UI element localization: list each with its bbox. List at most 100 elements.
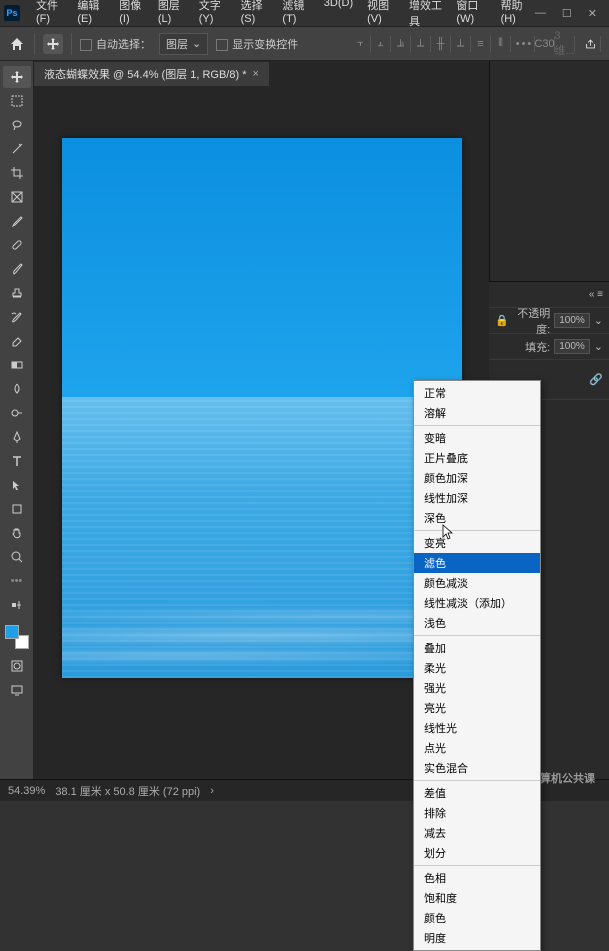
blend-mode-item[interactable]: 颜色减淡 xyxy=(414,573,540,593)
blend-mode-item[interactable]: 颜色加深 xyxy=(414,468,540,488)
distribute-h-icon[interactable]: ≡ xyxy=(475,36,491,52)
blend-mode-item[interactable]: 变暗 xyxy=(414,428,540,448)
pen-tool[interactable] xyxy=(3,426,31,448)
screenmode-tool[interactable] xyxy=(3,679,31,701)
foreground-swatch[interactable] xyxy=(5,625,19,639)
hand-tool[interactable] xyxy=(3,522,31,544)
blend-mode-item[interactable]: 浅色 xyxy=(414,613,540,633)
shape-tool[interactable] xyxy=(3,498,31,520)
move-tool[interactable] xyxy=(3,66,31,88)
blend-mode-item[interactable]: 颜色 xyxy=(414,908,540,928)
menu-3d[interactable]: 3D(D) xyxy=(318,0,359,33)
color-swatches[interactable] xyxy=(5,625,29,649)
document-dimensions[interactable]: 38.1 厘米 x 50.8 厘米 (72 ppi) xyxy=(55,783,200,799)
3d-mode-label[interactable]: C30 xyxy=(539,36,555,52)
canvas[interactable] xyxy=(62,138,462,678)
menu-select[interactable]: 选择(S) xyxy=(235,0,275,33)
healing-tool[interactable] xyxy=(3,234,31,256)
align-center-h-icon[interactable]: ⫠ xyxy=(375,36,391,52)
show-transform-checkbox[interactable] xyxy=(216,39,228,51)
path-tool[interactable] xyxy=(3,474,31,496)
brush-tool[interactable] xyxy=(3,258,31,280)
link-icon[interactable]: 🔗 xyxy=(589,373,603,386)
gradient-tool[interactable] xyxy=(3,354,31,376)
share-icon[interactable] xyxy=(585,36,601,52)
chevron-down-icon[interactable]: ⌄ xyxy=(594,340,603,353)
wand-tool[interactable] xyxy=(3,138,31,160)
auto-select-option[interactable]: 自动选择： xyxy=(80,36,151,52)
menu-plugins[interactable]: 增效工具 xyxy=(403,0,448,33)
eraser-tool[interactable] xyxy=(3,330,31,352)
frame-tool[interactable] xyxy=(3,186,31,208)
menu-layer[interactable]: 图层(L) xyxy=(152,0,191,33)
history-brush-tool[interactable] xyxy=(3,306,31,328)
maximize-button[interactable]: ☐ xyxy=(562,7,572,20)
menu-file[interactable]: 文件(F) xyxy=(30,0,69,33)
menu-image[interactable]: 图像(I) xyxy=(113,0,150,33)
blend-mode-item[interactable]: 亮光 xyxy=(414,698,540,718)
blend-mode-item[interactable]: 线性光 xyxy=(414,718,540,738)
auto-select-checkbox[interactable] xyxy=(80,39,92,51)
minimize-button[interactable]: — xyxy=(535,7,546,20)
blend-mode-item[interactable]: 色相 xyxy=(414,868,540,888)
align-right-icon[interactable]: ⫡ xyxy=(395,36,411,52)
blend-mode-item[interactable]: 饱和度 xyxy=(414,888,540,908)
blend-mode-item[interactable]: 线性减淡（添加） xyxy=(414,593,540,613)
lock-icon[interactable]: 🔒 xyxy=(495,314,509,327)
menu-view[interactable]: 视图(V) xyxy=(361,0,401,33)
show-transform-option[interactable]: 显示变换控件 xyxy=(216,36,298,52)
blend-mode-item[interactable]: 正常 xyxy=(414,383,540,403)
crop-tool[interactable] xyxy=(3,162,31,184)
blend-mode-item[interactable]: 差值 xyxy=(414,783,540,803)
blend-mode-item[interactable]: 实色混合 xyxy=(414,758,540,778)
blur-tool[interactable] xyxy=(3,378,31,400)
zoom-level[interactable]: 54.39% xyxy=(8,785,45,797)
stamp-tool[interactable] xyxy=(3,282,31,304)
align-top-icon[interactable]: ⟂ xyxy=(415,36,431,52)
blend-mode-item[interactable]: 深色 xyxy=(414,508,540,528)
edit-toolbar-icon[interactable] xyxy=(3,594,31,616)
marquee-tool[interactable] xyxy=(3,90,31,112)
more-tools-icon[interactable]: ••• xyxy=(3,570,31,592)
blend-mode-item[interactable]: 线性加深 xyxy=(414,488,540,508)
quickmask-tool[interactable] xyxy=(3,655,31,677)
blend-mode-item[interactable]: 变亮 xyxy=(414,533,540,553)
zoom-tool[interactable] xyxy=(3,546,31,568)
menu-filter[interactable]: 滤镜(T) xyxy=(276,0,315,33)
blend-mode-item[interactable]: 叠加 xyxy=(414,638,540,658)
blend-mode-item[interactable]: 划分 xyxy=(414,843,540,863)
opacity-value[interactable]: 100% xyxy=(554,313,590,328)
menu-window[interactable]: 窗口(W) xyxy=(450,0,492,33)
menu-type[interactable]: 文字(Y) xyxy=(193,0,233,33)
type-tool[interactable] xyxy=(3,450,31,472)
menu-edit[interactable]: 编辑(E) xyxy=(71,0,111,33)
distribute-v-icon[interactable]: ⦀ xyxy=(495,36,511,52)
home-icon[interactable] xyxy=(8,35,26,53)
more-options-icon[interactable]: ••• xyxy=(519,36,535,52)
blend-mode-item[interactable]: 明度 xyxy=(414,928,540,948)
align-middle-icon[interactable]: ╫ xyxy=(435,36,451,52)
chevron-down-icon[interactable]: ⌄ xyxy=(594,314,603,327)
move-tool-icon[interactable] xyxy=(43,34,63,54)
blend-mode-item[interactable]: 柔光 xyxy=(414,658,540,678)
blend-mode-item[interactable]: 强光 xyxy=(414,678,540,698)
dodge-tool[interactable] xyxy=(3,402,31,424)
close-tab-icon[interactable]: × xyxy=(252,68,258,80)
blend-mode-item[interactable]: 减去 xyxy=(414,823,540,843)
menu-help[interactable]: 帮助(H) xyxy=(495,0,535,33)
blend-mode-item[interactable]: 溶解 xyxy=(414,403,540,423)
status-chevron-icon[interactable]: › xyxy=(210,785,214,797)
blend-mode-item[interactable]: 点光 xyxy=(414,738,540,758)
document-tab-title: 液态蝴蝶效果 @ 54.4% (图层 1, RGB/8) * xyxy=(44,66,246,82)
document-tab[interactable]: 液态蝴蝶效果 @ 54.4% (图层 1, RGB/8) * × xyxy=(34,62,269,86)
lasso-tool[interactable] xyxy=(3,114,31,136)
close-button[interactable]: ✕ xyxy=(588,7,597,20)
align-bottom-icon[interactable]: ⟂ xyxy=(455,36,471,52)
target-dropdown[interactable]: 图层⌄ xyxy=(159,33,208,55)
blend-mode-item[interactable]: 排除 xyxy=(414,803,540,823)
blend-mode-item-highlighted[interactable]: 滤色 xyxy=(414,553,540,573)
eyedropper-tool[interactable] xyxy=(3,210,31,232)
blend-mode-item[interactable]: 正片叠底 xyxy=(414,448,540,468)
align-left-icon[interactable]: ⫟ xyxy=(355,36,371,52)
fill-value[interactable]: 100% xyxy=(554,339,590,354)
